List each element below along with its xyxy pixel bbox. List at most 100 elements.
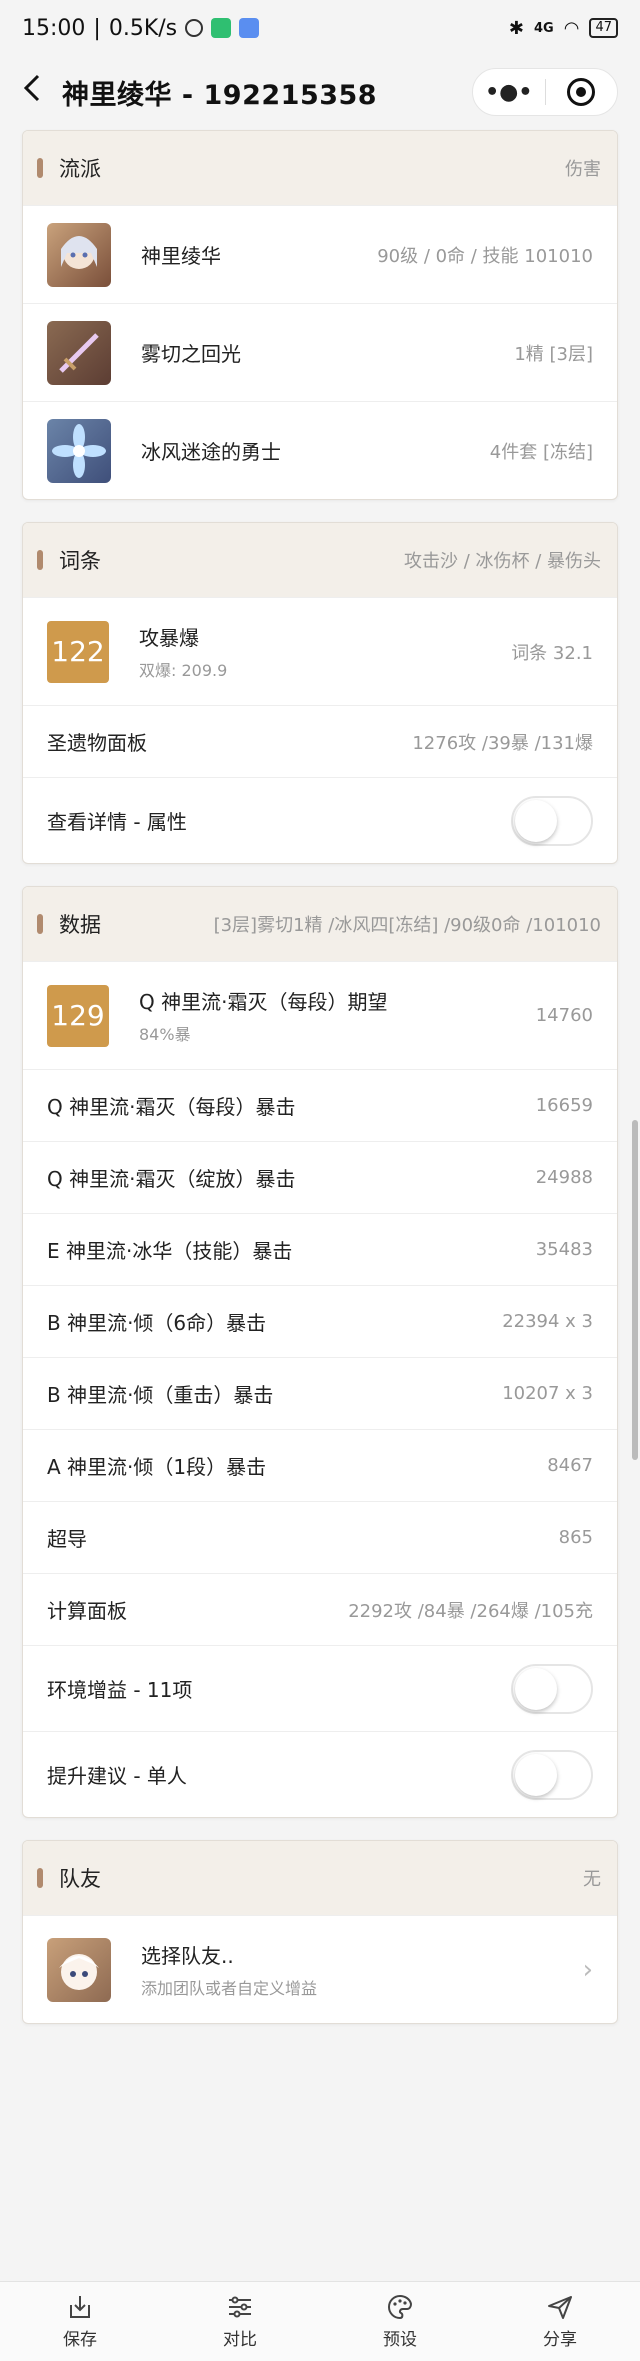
back-arrow-icon[interactable] xyxy=(22,72,62,112)
save-icon xyxy=(70,2296,90,2318)
card-header: 流派 伤害 xyxy=(23,131,617,205)
tab-label: 保存 xyxy=(63,2330,97,2350)
paimon-avatar-icon xyxy=(47,1937,111,2002)
damage-label: B 神里流·倾（重击）暴击 xyxy=(47,1383,274,1407)
status-bar: 15:00 | 0.5K/s ✱ 4G ◠ 47 xyxy=(0,0,640,56)
status-network-speed: 0.5K/s xyxy=(108,15,178,41)
env-buff-toggle[interactable] xyxy=(511,1663,593,1714)
select-team-label: 选择队友.. xyxy=(141,1944,234,1968)
bluetooth-icon: ✱ xyxy=(508,17,525,39)
damage-label: E 神里流·冰华（技能）暴击 xyxy=(47,1239,293,1263)
score-badge: 122 xyxy=(47,620,109,683)
env-buff-label: 环境增益 - 11项 xyxy=(47,1678,193,1702)
character-name: 神里绫华 xyxy=(141,244,221,268)
more-options-button[interactable]: •●• xyxy=(473,69,545,115)
score-value: 14760 xyxy=(535,1005,593,1026)
score-label: 攻暴爆 xyxy=(139,626,199,650)
tab-share[interactable]: 分享 xyxy=(480,2282,640,2361)
card-title: 数据 xyxy=(59,913,101,937)
accent-bar xyxy=(37,1868,43,1888)
damage-card: 数据 [3层]雾切1精 /冰风四[冻结] /90级0命 /101010 129 … xyxy=(22,886,618,1818)
damage-value: 865 xyxy=(558,1527,593,1548)
damage-label: B 神里流·倾（6命）暴击 xyxy=(47,1311,267,1335)
score-badge: 129 xyxy=(47,984,109,1047)
score-value: 词条 32.1 xyxy=(511,642,593,664)
tab-preset[interactable]: 预设 xyxy=(320,2282,480,2361)
artifact-flower-icon xyxy=(47,418,111,483)
damage-value: 35483 xyxy=(535,1239,593,1260)
mini-program-capsule: •●• xyxy=(472,68,618,116)
card-header: 词条 攻击沙 / 冰伤杯 / 暴伤头 xyxy=(23,523,617,597)
card-extra: 攻击沙 / 冰伤杯 / 暴伤头 xyxy=(403,551,601,572)
weapon-row[interactable]: 雾切之回光 1精 [3层] xyxy=(23,303,617,401)
character-row[interactable]: 神里绫华 90级 / 0命 / 技能 101010 xyxy=(23,205,617,303)
detail-toggle-row: 查看详情 - 属性 xyxy=(23,777,617,863)
page-title: 神里绫华 - 192215358 xyxy=(62,79,378,111)
damage-label: Q 神里流·霜灭（每段）暴击 xyxy=(47,1095,296,1119)
scrollbar[interactable] xyxy=(632,1120,638,1460)
artifact-name: 冰风迷途的勇士 xyxy=(141,440,281,464)
artifact-panel-row[interactable]: 圣遗物面板 1276攻 /39暴 /131爆 xyxy=(23,705,617,777)
damage-value: 8467 xyxy=(547,1455,593,1476)
nav-bar: 神里绫华 - 192215358 •●• xyxy=(0,56,640,128)
bottom-tab-bar: 保存 对比 预设 分享 xyxy=(0,2281,640,2361)
wifi-icon: ◠ xyxy=(563,17,580,39)
damage-label: A 神里流·倾（1段）暴击 xyxy=(47,1455,267,1479)
suggest-toggle[interactable] xyxy=(511,1749,593,1800)
damage-value: 24988 xyxy=(535,1167,593,1188)
send-icon xyxy=(548,2296,572,2319)
build-card: 流派 伤害 神里绫华 90级 / 0命 / 技能 101010 雾切之回光 1精… xyxy=(22,130,618,500)
card-title: 词条 xyxy=(59,549,101,573)
artifact-info: 4件套 [冻结] xyxy=(489,441,593,463)
damage-row[interactable]: Q 神里流·霜灭（每段）暴击 16659 xyxy=(23,1069,617,1141)
card-title: 队友 xyxy=(59,1867,101,1891)
panel-value: 1276攻 /39暴 /131爆 xyxy=(412,732,593,754)
character-avatar-icon xyxy=(47,222,111,287)
damage-row[interactable]: B 神里流·倾（重击）暴击 10207 x 3 xyxy=(23,1357,617,1429)
damage-label: Q 神里流·霜灭（绽放）暴击 xyxy=(47,1167,296,1191)
damage-row[interactable]: Q 神里流·霜灭（绽放）暴击 24988 xyxy=(23,1141,617,1213)
artifact-row[interactable]: 冰风迷途的勇士 4件套 [冻结] xyxy=(23,401,617,499)
damage-row[interactable]: E 神里流·冰华（技能）暴击 35483 xyxy=(23,1213,617,1285)
accent-bar xyxy=(37,158,43,178)
damage-row[interactable]: A 神里流·倾（1段）暴击 8467 xyxy=(23,1429,617,1501)
substat-score-row[interactable]: 122 攻暴爆 双爆: 209.9 词条 32.1 xyxy=(23,597,617,705)
select-team-row[interactable]: 选择队友.. 添加团队或者自定义增益 › xyxy=(23,1915,617,2023)
sliders-icon xyxy=(229,2296,251,2318)
accent-bar xyxy=(37,914,43,934)
tab-save[interactable]: 保存 xyxy=(0,2282,160,2361)
damage-row[interactable]: 计算面板 2292攻 /84暴 /264爆 /105充 xyxy=(23,1573,617,1645)
alarm-icon xyxy=(185,19,204,37)
score-label: Q 神里流·霜灭（每段）期望 xyxy=(139,990,388,1014)
damage-value: 16659 xyxy=(535,1095,593,1116)
card-header: 数据 [3层]雾切1精 /冰风四[冻结] /90级0命 /101010 xyxy=(23,887,617,961)
tab-label: 对比 xyxy=(223,2330,257,2350)
detail-toggle[interactable] xyxy=(511,795,593,846)
card-extra: 无 xyxy=(583,1869,601,1890)
accent-bar xyxy=(37,550,43,570)
damage-value: 2292攻 /84暴 /264爆 /105充 xyxy=(348,1600,593,1622)
card-title: 流派 xyxy=(59,157,101,181)
card-header: 队友 无 xyxy=(23,1841,617,1915)
damage-row[interactable]: B 神里流·倾（6命）暴击 22394 x 3 xyxy=(23,1285,617,1357)
damage-value: 10207 x 3 xyxy=(502,1383,593,1404)
battery-icon: 47 xyxy=(589,18,618,38)
damage-label: 计算面板 xyxy=(47,1599,127,1623)
damage-row[interactable]: 超导 865 xyxy=(23,1501,617,1573)
card-extra: 伤害 xyxy=(565,159,601,180)
character-info: 90级 / 0命 / 技能 101010 xyxy=(377,245,593,267)
damage-score-row[interactable]: 129 Q 神里流·霜灭（每段）期望 84%暴 14760 xyxy=(23,961,617,1069)
suggest-label: 提升建议 - 单人 xyxy=(47,1764,187,1788)
score-sub: 双爆: 209.9 xyxy=(139,661,228,680)
app-notification-icon xyxy=(239,18,260,38)
select-team-sub: 添加团队或者自定义增益 xyxy=(141,1979,318,1998)
chevron-right-icon: › xyxy=(582,1954,593,1985)
close-program-button[interactable] xyxy=(546,69,618,115)
main-content: 流派 伤害 神里绫华 90级 / 0命 / 技能 101010 雾切之回光 1精… xyxy=(22,130,618,2046)
substats-card: 词条 攻击沙 / 冰伤杯 / 暴伤头 122 攻暴爆 双爆: 209.9 词条 … xyxy=(22,522,618,864)
damage-label: 超导 xyxy=(47,1527,87,1551)
palette-icon xyxy=(388,2294,413,2320)
tab-compare[interactable]: 对比 xyxy=(160,2282,320,2361)
detail-label: 查看详情 - 属性 xyxy=(47,810,187,834)
env-buff-row: 环境增益 - 11项 xyxy=(23,1645,617,1731)
